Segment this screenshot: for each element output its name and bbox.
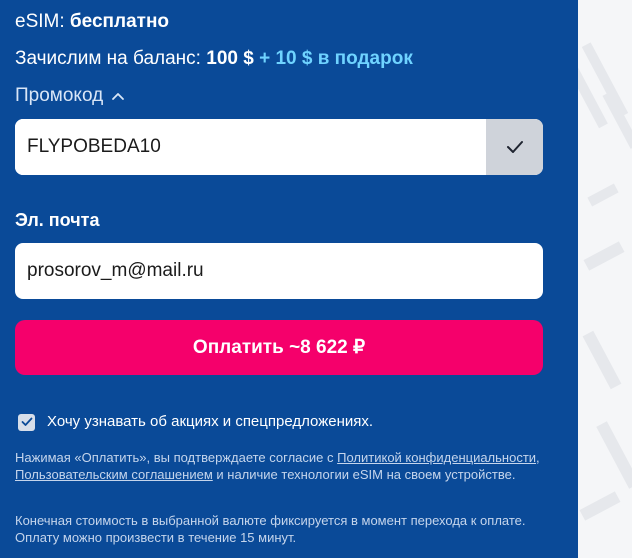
page: eSIM: бесплатно Зачислим на баланс: 100 … bbox=[0, 0, 632, 558]
legal-text: Нажимая «Оплатить», вы подтверждаете сог… bbox=[15, 449, 545, 483]
privacy-policy-link[interactable]: Политикой конфиденциальности bbox=[337, 450, 536, 465]
checkout-panel: eSIM: бесплатно Зачислим на баланс: 100 … bbox=[0, 0, 578, 558]
background-pattern bbox=[578, 0, 632, 558]
email-input[interactable] bbox=[15, 243, 543, 299]
consent-label: Хочу узнавать об акциях и спецпредложени… bbox=[47, 413, 374, 430]
credit-bonus: + 10 $ в подарок bbox=[259, 48, 413, 69]
promo-toggle-label: Промокод bbox=[15, 85, 104, 106]
legal-text-1: Нажимая «Оплатить», вы подтверждаете сог… bbox=[15, 450, 338, 465]
promo-toggle[interactable]: Промокод bbox=[15, 84, 125, 108]
email-field bbox=[15, 243, 543, 299]
esim-label: eSIM: bbox=[15, 11, 65, 32]
credit-row: Зачислим на баланс: 100 $ + 10 $ в подар… bbox=[15, 47, 413, 71]
pay-button[interactable]: Оплатить ~8 622 ₽ bbox=[15, 320, 543, 375]
check-icon bbox=[21, 417, 32, 426]
price-note: Конечная стоимость в выбранной валюте фи… bbox=[15, 513, 526, 545]
consent-checkbox[interactable] bbox=[18, 413, 35, 431]
promo-field bbox=[15, 119, 543, 175]
promo-apply-button[interactable] bbox=[486, 119, 543, 175]
user-agreement-link[interactable]: Пользовательским соглашением bbox=[15, 467, 213, 482]
promo-input[interactable] bbox=[15, 119, 486, 175]
credit-label: Зачислим на баланс: bbox=[15, 48, 201, 69]
esim-row: eSIM: бесплатно bbox=[15, 10, 169, 34]
credit-amount: 100 $ bbox=[206, 48, 254, 69]
chevron-up-icon bbox=[112, 93, 125, 100]
legal-separator: , bbox=[536, 450, 540, 465]
consent-row[interactable]: Хочу узнавать об акциях и спецпредложени… bbox=[18, 412, 373, 432]
email-label: Эл. почта bbox=[15, 210, 100, 230]
legal-text-2: и наличие технологии eSIM на своем устро… bbox=[212, 467, 516, 482]
esim-value: бесплатно bbox=[69, 11, 170, 32]
check-icon bbox=[506, 141, 523, 153]
